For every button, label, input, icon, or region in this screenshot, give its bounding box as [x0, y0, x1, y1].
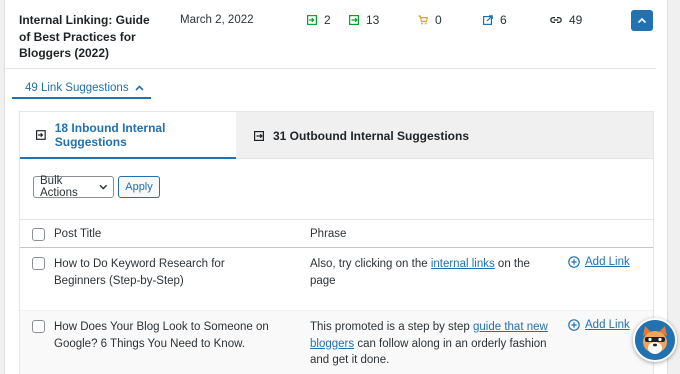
row-post-title: How Does Your Blog Look to Someone on Go… [54, 321, 269, 350]
scrollbar[interactable] [668, 0, 680, 374]
row-post-title: How to Do Keyword Research for Beginners… [54, 258, 225, 287]
row-phrase: Also, try clicking on the internal links… [310, 256, 550, 289]
add-link-button[interactable]: Add Link [568, 319, 630, 331]
stat-links: 49 [550, 13, 582, 27]
tab-inbound-suggestions[interactable]: 18 Inbound Internal Suggestions [20, 112, 236, 159]
table-row: How Does Your Blog Look to Someone on Go… [20, 311, 653, 374]
apply-button[interactable]: Apply [118, 176, 160, 198]
tab-outbound-suggestions[interactable]: 31 Outbound Internal Suggestions [254, 112, 469, 159]
plus-circle-icon [568, 319, 580, 331]
link-suggestions-toggle[interactable]: 49 Link Suggestions [12, 78, 150, 98]
stat-outbound-value: 13 [366, 13, 380, 27]
mascot-help-icon[interactable] [633, 318, 677, 362]
tab-outbound-label: 31 Outbound Internal Suggestions [273, 128, 470, 143]
stat-orphan-value: 0 [435, 13, 442, 27]
suggestions-box: 18 Inbound Internal Suggestions 31 Outbo… [19, 111, 654, 374]
external-link-icon [483, 15, 493, 25]
stat-inbound-value: 2 [324, 13, 331, 27]
tab-inbound-label: 18 Inbound Internal Suggestions [54, 120, 166, 149]
stat-outbound: 13 [349, 13, 379, 27]
select-all-checkbox[interactable] [32, 228, 45, 241]
stat-external-value: 6 [500, 13, 507, 27]
stat-external: 6 [483, 13, 507, 27]
suggestions-tabs: 18 Inbound Internal Suggestions 31 Outbo… [20, 112, 653, 159]
stat-orphan: 0 [418, 13, 442, 27]
header-post-title: Post Title [54, 228, 102, 240]
row-checkbox[interactable] [32, 257, 45, 270]
inbound-link-icon [36, 129, 46, 140]
stat-inbound: 2 [307, 13, 331, 27]
row-phrase: This promoted is a step by step guide th… [310, 319, 550, 369]
chevron-up-icon [637, 17, 647, 24]
post-date: March 2, 2022 [180, 14, 254, 26]
orphan-cart-icon [418, 15, 428, 25]
add-link-button[interactable]: Add Link [568, 256, 630, 268]
phrase-text: This promoted is a step by step [310, 321, 473, 333]
mascot-icon [635, 320, 675, 360]
bulk-actions-select[interactable]: Bulk Actions [33, 175, 114, 199]
phrase-text: Also, try clicking on the [310, 258, 431, 270]
outbound-link-icon [254, 130, 264, 141]
row-divider [4, 68, 656, 69]
toggle-underline [12, 97, 151, 99]
row-checkbox[interactable] [32, 320, 45, 333]
chevron-up-icon [135, 85, 144, 91]
link-suggestions-label: 49 Link Suggestions [25, 82, 129, 94]
inbound-link-icon [307, 15, 317, 25]
chevron-down-icon [99, 184, 108, 190]
table-header: Post Title Phrase [20, 219, 653, 248]
collapse-button[interactable] [631, 10, 653, 31]
bulk-actions-label: Bulk Actions [40, 175, 78, 199]
plus-circle-icon [568, 256, 580, 268]
chain-link-icon [550, 16, 562, 24]
stat-links-value: 49 [569, 13, 583, 27]
table-row: How to Do Keyword Research for Beginners… [20, 248, 653, 311]
header-phrase: Phrase [310, 228, 347, 240]
outbound-link-icon [349, 15, 359, 25]
add-link-label: Add Link [585, 256, 630, 268]
add-link-label: Add Link [585, 319, 630, 331]
phrase-link[interactable]: internal links [431, 258, 495, 270]
post-title: Internal Linking: Guide of Best Practice… [19, 13, 150, 60]
